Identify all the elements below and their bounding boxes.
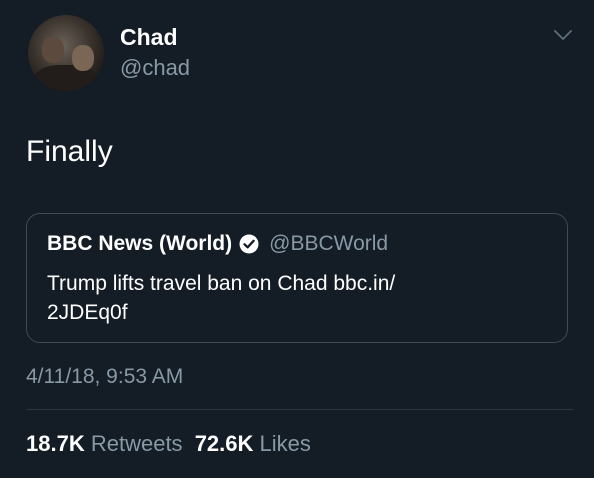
verified-badge-icon: [239, 234, 259, 254]
likes-label: Likes: [259, 431, 311, 456]
tweet-text: Finally: [26, 135, 113, 168]
author-display-name[interactable]: Chad: [120, 24, 178, 51]
quoted-tweet-text: Trump lifts travel ban on Chad bbc.in/ 2…: [47, 269, 487, 327]
quoted-tweet-card[interactable]: BBC News (World) @BBCWorld Trump lifts t…: [26, 213, 568, 343]
retweets-label: Retweets: [90, 431, 183, 456]
author-handle[interactable]: @chad: [120, 55, 190, 81]
quoted-tweet-text-line: Trump lifts travel ban on Chad bbc.in/: [47, 272, 396, 295]
chevron-down-icon[interactable]: [553, 28, 573, 42]
quoted-tweet-text-line: 2JDEq0f: [47, 301, 128, 324]
likes-stat[interactable]: 72.6K Likes: [195, 431, 311, 456]
quoted-author-name: BBC News (World): [47, 232, 233, 255]
quoted-tweet-header: BBC News (World) @BBCWorld: [47, 232, 388, 256]
avatar[interactable]: [28, 15, 104, 91]
tweet-detail: Chad @chad Finally BBC News (World) @BBC…: [0, 0, 594, 478]
divider: [26, 409, 574, 410]
retweets-count: 18.7K: [26, 431, 85, 456]
engagement-stats: 18.7K Retweets 72.6K Likes: [26, 431, 311, 457]
quoted-author-handle: @BBCWorld: [269, 232, 389, 255]
likes-count: 72.6K: [194, 431, 254, 456]
retweets-stat[interactable]: 18.7K Retweets: [26, 431, 183, 456]
tweet-timestamp: 4/11/18, 9:53 AM: [26, 365, 184, 388]
